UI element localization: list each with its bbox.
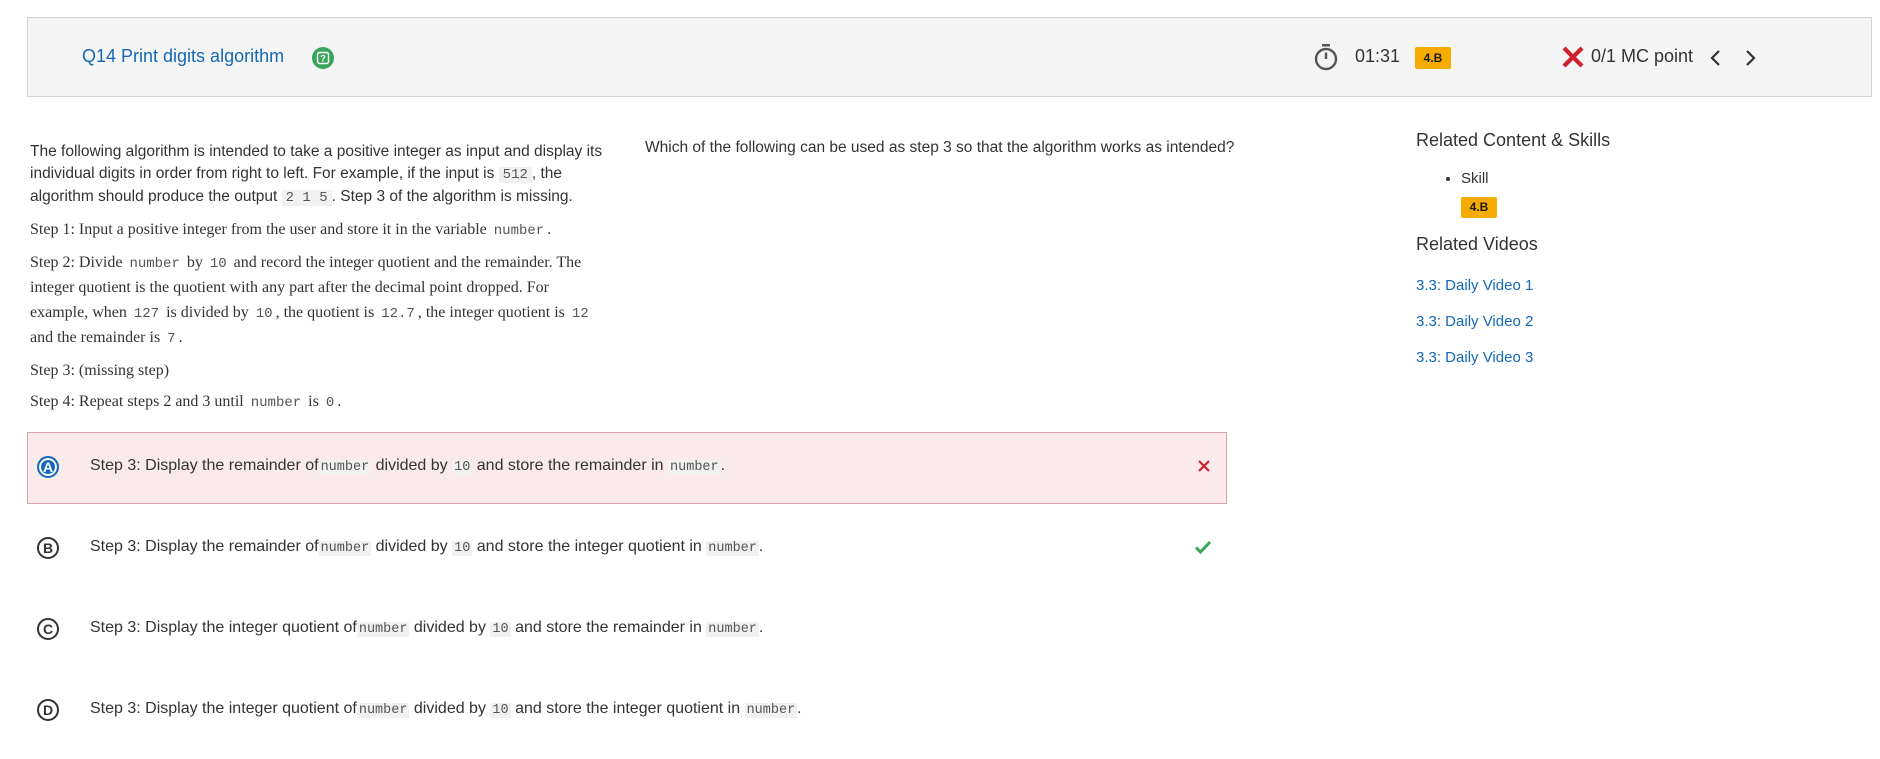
stopwatch-icon: [1313, 43, 1339, 76]
skill-badge: 4.B: [1461, 197, 1497, 218]
choice-letter[interactable]: C: [37, 618, 59, 640]
choice-text: Step 3: Display the integer quotient of n…: [90, 619, 764, 637]
related-videos-title: Related Videos: [1416, 234, 1538, 254]
score-display: 0/1 MC point: [1591, 46, 1694, 66]
algorithm-step-3: Step 3: (missing step): [30, 361, 170, 379]
check-icon: [1194, 539, 1212, 560]
svg-text:?: ?: [320, 54, 326, 65]
x-icon: [1561, 45, 1585, 74]
choice-c[interactable]: C Step 3: Display the integer quotient o…: [27, 594, 1227, 666]
question-title[interactable]: Q14 Print digits algorithm: [82, 46, 284, 67]
choice-letter[interactable]: D: [37, 699, 59, 721]
choice-a[interactable]: A Step 3: Display the remainder of number…: [27, 432, 1227, 504]
algorithm-step-2: Step 2: Divide number by 10 and record t…: [30, 253, 589, 348]
choice-d[interactable]: D Step 3: Display the integer quotient o…: [27, 675, 1227, 747]
skill-list: Skill: [1443, 170, 1489, 187]
choice-letter[interactable]: B: [37, 537, 59, 559]
choice-letter[interactable]: A: [37, 456, 59, 478]
video-link[interactable]: 3.3: Daily Video 3: [1416, 349, 1533, 366]
question-prompt: Which of the following can be used as st…: [645, 139, 1235, 156]
x-icon: [1196, 458, 1212, 479]
video-link[interactable]: 3.3: Daily Video 2: [1416, 313, 1533, 330]
video-link[interactable]: 3.3: Daily Video 1: [1416, 277, 1533, 294]
algorithm-step-4: Step 4: Repeat steps 2 and 3 until numbe…: [30, 393, 342, 411]
skill-badge: 4.B: [1415, 47, 1451, 69]
question-stimulus: The following algorithm is intended to t…: [30, 141, 605, 423]
chevron-right-icon[interactable]: [1742, 48, 1758, 73]
choice-text: Step 3: Display the remainder of number d…: [90, 457, 726, 475]
skill-label: Skill: [1461, 170, 1489, 187]
timer-display: 01:31: [1355, 46, 1401, 66]
choice-text: Step 3: Display the integer quotient of n…: [90, 700, 802, 718]
stimulus-intro: The following algorithm is intended to t…: [30, 143, 603, 206]
choice-b[interactable]: B Step 3: Display the remainder of number…: [27, 513, 1227, 585]
chevron-left-icon[interactable]: [1708, 48, 1724, 73]
question-header: Q14 Print digits algorithm ? 01:31 4.B 0…: [27, 17, 1872, 97]
algorithm-step-1: Step 1: Input a positive integer from th…: [30, 221, 552, 239]
related-content-title: Related Content & Skills: [1416, 130, 1611, 150]
help-icon[interactable]: ?: [312, 47, 334, 69]
choice-text: Step 3: Display the remainder of number d…: [90, 538, 764, 556]
